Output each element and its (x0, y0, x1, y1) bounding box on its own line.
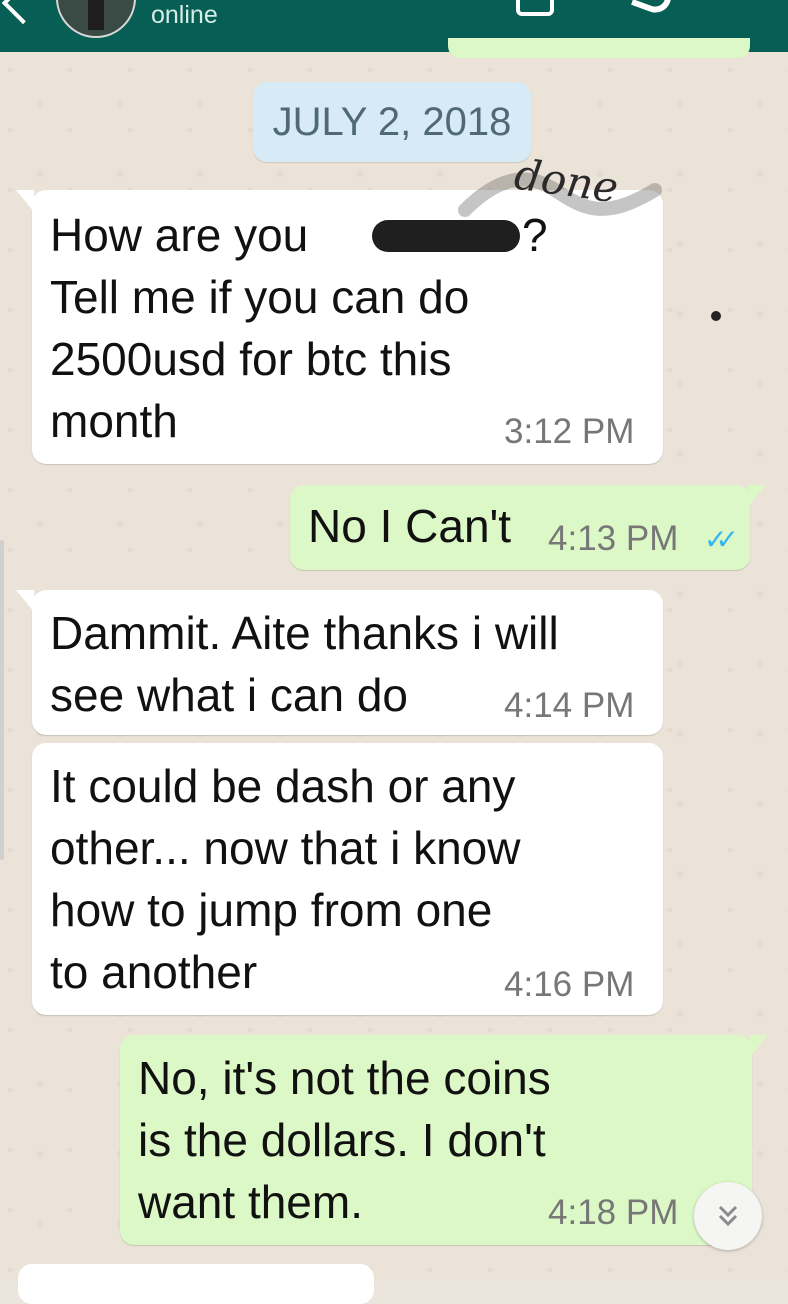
chevron-double-down-icon[interactable] (694, 1182, 762, 1250)
read-receipt-icon: ✓✓ (704, 524, 739, 555)
message-line: is the dollars. I don't (138, 1114, 546, 1166)
bubble-tail (750, 1035, 768, 1057)
avatar-figure (88, 0, 104, 30)
scroll-down-glyph (718, 1205, 738, 1227)
previous-outgoing-bubble (448, 38, 750, 58)
edge-shadow (0, 540, 4, 860)
contact-status: online (151, 1, 218, 29)
message-line: Dammit. Aite thanks i will (50, 607, 559, 659)
contact-avatar[interactable] (56, 0, 136, 38)
message-line: to another (50, 946, 258, 998)
message-incoming[interactable]: Dammit. Aite thanks i will see what i ca… (16, 590, 663, 735)
done-scribble: done (458, 149, 662, 217)
message-time: 3:12 PM (504, 412, 635, 451)
message-outgoing[interactable]: No, it's not the coins is the dollars. I… (120, 1035, 768, 1245)
message-time: 4:18 PM (548, 1193, 679, 1232)
message-line: It could be dash or any (50, 760, 516, 812)
message-time: 4:13 PM (548, 519, 679, 558)
message-line: Tell me if you can do (50, 271, 470, 323)
voice-call-icon[interactable] (630, 0, 678, 18)
message-outgoing[interactable]: No I Can't 4:13 PM ✓✓ (290, 485, 766, 570)
message-line: How are you (50, 209, 309, 261)
bubble-tail (16, 190, 34, 212)
stray-dot (711, 311, 721, 321)
message-time: 4:14 PM (504, 686, 635, 725)
video-call-icon[interactable] (516, 0, 554, 16)
message-line: No I Can't (308, 500, 512, 552)
message-incoming[interactable]: How are you ? Tell me if you can do 2500… (16, 190, 663, 464)
message-line: want them. (138, 1176, 363, 1228)
bubble-tail (748, 485, 766, 507)
done-scribble-text: done (511, 149, 621, 212)
next-incoming-bubble (18, 1264, 374, 1304)
message-time: 4:16 PM (504, 965, 635, 1004)
message-line: other... now that i know (50, 822, 521, 874)
back-arrow-icon[interactable] (1, 0, 45, 25)
message-line: how to jump from one (50, 884, 493, 936)
message-line: No, it's not the coins (138, 1052, 551, 1104)
message-line: see what i can do (50, 669, 409, 721)
message-incoming[interactable]: It could be dash or any other... now tha… (32, 743, 663, 1015)
message-line: month (50, 395, 178, 447)
bubble-tail (16, 590, 34, 612)
message-line: 2500usd for btc this (50, 333, 452, 385)
